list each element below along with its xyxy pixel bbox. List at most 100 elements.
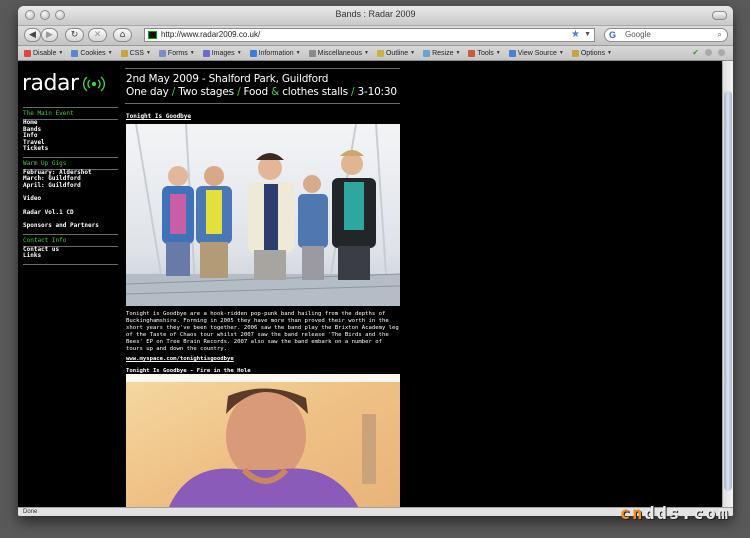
outline-icon	[376, 49, 384, 57]
summary-item: clothes stalls	[282, 86, 348, 98]
toolbar-menu-cookies[interactable]: Cookies ▼	[68, 49, 115, 57]
navigation-bar: ◀ ▶ ↻ ✕ ⌂ http://www.radar2009.co.uk/ ★ …	[18, 26, 733, 46]
summary-item: One day	[126, 86, 169, 98]
miscellaneous-icon	[308, 49, 316, 57]
images-icon	[202, 49, 210, 57]
dropdown-arrow-icon: ▼	[410, 50, 416, 56]
dropdown-arrow-icon: ▼	[363, 50, 369, 56]
toolbar-menu-label: Options	[580, 49, 605, 57]
sidebar-nav: The Main Event Home Bands Info Travel Ti…	[23, 107, 118, 265]
watermark: cndds.com	[620, 504, 730, 524]
bookmark-star-icon[interactable]: ★	[571, 29, 580, 41]
band-photo	[126, 124, 400, 306]
search-input[interactable]: G Google ⌕	[604, 28, 728, 42]
sidebar-heading-main-event: The Main Event	[23, 110, 74, 117]
toolbar-menu-label: Cookies	[80, 49, 106, 57]
event-date-location: 2nd May 2009 - Shalford Park, Guildford	[126, 73, 329, 85]
home-icon: ⌂	[119, 30, 126, 40]
toolbar-menu-miscellaneous[interactable]: Miscellaneous ▼	[306, 49, 372, 57]
forms-icon	[158, 49, 166, 57]
toolbar-menu-resize[interactable]: Resize ▼	[420, 49, 463, 57]
summary-item: 3-10:30	[357, 86, 398, 98]
home-button[interactable]: ⌂	[113, 28, 132, 42]
toolbar-menu-label: Disable	[33, 49, 57, 57]
title-bar: Bands : Radar 2009	[18, 6, 733, 26]
radar-waves-icon	[82, 75, 105, 92]
toolbar-menu-label: Outline	[385, 49, 409, 57]
stop-button[interactable]: ✕	[88, 28, 107, 42]
dropdown-arrow-icon: ▼	[606, 50, 612, 56]
toolbar-menu-label: Miscellaneous	[317, 49, 362, 57]
vertical-scrollbar[interactable]	[722, 61, 733, 510]
toolbar-menu-forms[interactable]: Forms ▼	[156, 49, 198, 57]
forward-arrow-icon: ▶	[46, 30, 53, 40]
dropdown-arrow-icon: ▼	[236, 50, 242, 56]
event-summary: One day / Two stages / Food & clothes st…	[126, 86, 397, 98]
toolbar-menu-label: Tools	[477, 49, 494, 57]
reload-icon: ↻	[70, 30, 79, 40]
resize-icon	[423, 49, 431, 57]
dropdown-arrow-icon: ▼	[558, 50, 564, 56]
toolbar-menu-outline[interactable]: Outline ▼	[374, 49, 418, 57]
summary-separator: &	[271, 86, 280, 98]
header-bottom-rule	[125, 103, 400, 104]
status-dot-icon[interactable]	[718, 49, 725, 56]
toolbar-menu-options[interactable]: Options ▼	[569, 49, 615, 57]
band-bio: Tonight is Goodbye are a hook-ridden pop…	[126, 311, 399, 352]
options-icon	[571, 49, 579, 57]
magnifier-icon[interactable]: ⌕	[718, 29, 722, 41]
site-logo[interactable]: radar	[22, 71, 105, 96]
summary-separator: /	[237, 86, 241, 98]
watermark-domain: dds.com	[644, 504, 730, 524]
forward-button[interactable]: ▶	[41, 28, 58, 42]
back-button[interactable]: ◀	[24, 28, 41, 42]
dropdown-arrow-icon: ▼	[145, 50, 151, 56]
toolbar-menu-information[interactable]: Information ▼	[247, 49, 304, 57]
toolbar-menu-label: CSS	[129, 49, 144, 57]
disable-icon	[24, 49, 31, 57]
web-developer-toolbar: Disable ▼ Cookies ▼ CSS ▼ Forms ▼ Images ▼ Informa…	[18, 46, 733, 61]
css-icon	[120, 49, 128, 57]
video-player[interactable]	[126, 374, 400, 510]
information-icon	[249, 49, 257, 57]
sidebar-heading-warm-up: Warm Up Gigs	[23, 159, 67, 167]
toolbar-menu-label: Forms	[167, 49, 188, 57]
browser-window: Bands : Radar 2009 ◀ ▶ ↻ ✕ ⌂ http://www.…	[18, 6, 733, 516]
tools-icon	[468, 49, 476, 57]
dropdown-arrow-icon: ▼	[58, 50, 64, 56]
watermark-accent: cn	[619, 504, 645, 524]
search-placeholder: Google	[625, 30, 651, 39]
toolbar-menu-label: Images	[211, 49, 235, 57]
status-dot-icon[interactable]	[705, 49, 712, 56]
stop-icon: ✕	[93, 30, 102, 40]
reload-button[interactable]: ↻	[65, 28, 84, 42]
google-icon: G	[609, 30, 617, 40]
scrollbar-thumb[interactable]	[724, 91, 732, 491]
divider	[23, 263, 118, 265]
toolbar-menu-label: Resize	[432, 49, 454, 57]
cookie-icon	[71, 49, 79, 57]
url-dropdown-icon[interactable]: ▼	[584, 29, 591, 41]
address-bar[interactable]: http://www.radar2009.co.uk/ ★ ▼	[144, 28, 595, 42]
toolbar-menu-view-source[interactable]: View Source ▼	[506, 49, 567, 57]
dropdown-arrow-icon: ▼	[295, 50, 301, 56]
toolbar-menu-label: View Source	[517, 49, 557, 57]
page-viewport: radar The Main Event Home Bands Info Tra…	[18, 61, 722, 510]
toolbar-toggle-button[interactable]	[712, 11, 727, 20]
header-top-rule	[125, 68, 400, 69]
view-source-icon	[508, 49, 516, 57]
toolbar-menu-tools[interactable]: Tools ▼	[465, 49, 503, 57]
summary-separator: /	[171, 86, 176, 98]
toolbar-menu-disable[interactable]: Disable ▼	[21, 49, 66, 57]
url-text: http://www.radar2009.co.uk/	[161, 30, 261, 39]
toolbar-menu-images[interactable]: Images ▼	[200, 49, 245, 57]
band-myspace-link[interactable]: www.myspace.com/tonightisgoodbye	[126, 356, 234, 362]
dropdown-arrow-icon: ▼	[189, 50, 195, 56]
dropdown-arrow-icon: ▼	[455, 50, 461, 56]
window-title: Bands : Radar 2009	[335, 9, 416, 19]
band-name-heading[interactable]: Tonight Is Goodbye	[126, 113, 191, 120]
toolbar-menu-css[interactable]: CSS ▼	[118, 49, 154, 57]
toolbar-menu-label: Information	[258, 49, 294, 57]
validation-check-icon[interactable]: ✔	[692, 48, 699, 57]
dropdown-arrow-icon: ▼	[107, 50, 113, 56]
